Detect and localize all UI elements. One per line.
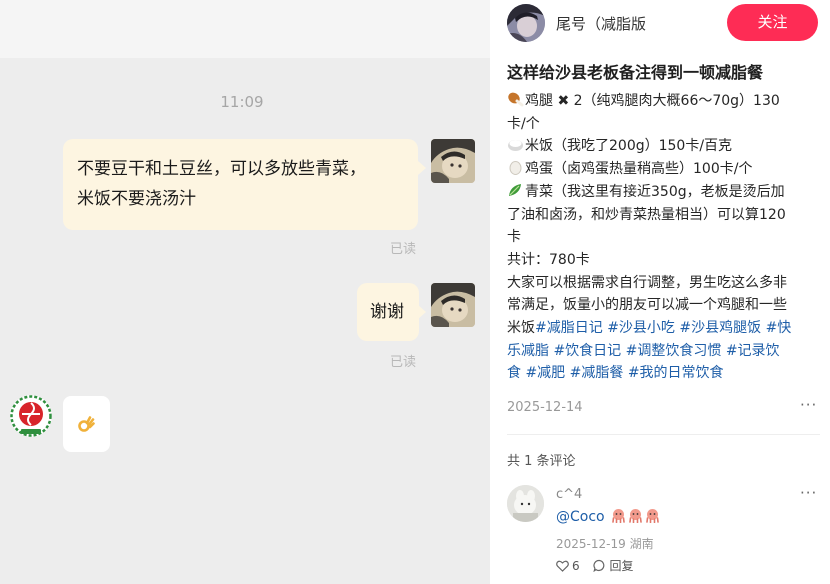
author-name[interactable]: 尾号（减脂版 [556, 13, 646, 34]
read-receipt: 已读 [390, 242, 417, 257]
hashtag-link[interactable]: #沙县小吃 [607, 320, 675, 336]
octopus-icon [612, 509, 625, 523]
post-body: 鸡腿 ✖ 2（纯鸡腿肉大概66～70g）130 卡/个 米饭（我吃了200g）1… [507, 90, 825, 385]
sent-message-bubble[interactable]: 不要豆干和土豆丝，可以多放些青菜， 米饭不要浇汤汁 [63, 139, 418, 230]
body-line: 鸡腿 ✖ 2（纯鸡腿肉大概66～70g）130 [507, 90, 825, 113]
octopus-icon [646, 509, 659, 523]
comment-meta: 2025-12-19 湖南 [556, 535, 654, 552]
leafy-greens-icon [509, 183, 521, 196]
mention-link[interactable]: @Coco [556, 509, 605, 525]
reply-button[interactable]: 回复 [593, 557, 633, 574]
hashtag-link[interactable]: 乐减脂 [507, 343, 549, 359]
chat-header-bar [0, 0, 490, 58]
hashtag-link[interactable]: #减肥 [525, 365, 565, 381]
octopus-icon [629, 509, 642, 523]
hashtag-link[interactable]: #减脂餐 [570, 365, 624, 381]
message-line: 不要豆干和土豆丝，可以多放些青菜， [77, 159, 366, 179]
comment-more-button[interactable]: ··· [800, 484, 817, 502]
chicken-leg-icon [508, 92, 524, 107]
heart-icon [556, 560, 569, 572]
commenter-avatar[interactable] [507, 485, 544, 522]
post-title: 这样给沙县老板备注得到一顿减脂餐 [507, 63, 764, 82]
comment-location: 湖南 [629, 537, 654, 551]
follow-button[interactable]: 关注 [727, 4, 818, 41]
reply-label: 回复 [609, 559, 634, 573]
my-avatar[interactable] [431, 283, 475, 327]
comment-text: @Coco [556, 508, 660, 525]
post-date: 2025-12-14 [507, 400, 583, 415]
comment-date: 2025-12-19 [556, 537, 626, 551]
body-line: 食 #减肥 #减脂餐 #我的日常饮食 [507, 362, 825, 385]
like-button[interactable]: 6 [556, 559, 580, 573]
hashtag-link[interactable]: #我的日常饮食 [628, 365, 724, 381]
comment-actions: 6 回复 [556, 557, 643, 575]
author-avatar[interactable] [507, 4, 545, 42]
body-line: 青菜（我这里有接近350g，老板是烫后加 [507, 181, 825, 204]
hashtag-link[interactable]: #沙县鸡腿饭 [679, 320, 761, 336]
body-line: 大家可以根据需求自行调整，男生吃这么多非 [507, 274, 787, 291]
body-line: 共计：780卡 [507, 251, 590, 268]
hashtag-link[interactable]: #快 [766, 320, 792, 336]
my-avatar[interactable] [431, 139, 475, 183]
received-emoji-bubble[interactable] [63, 396, 110, 452]
post-more-button[interactable]: ··· [800, 396, 817, 414]
message-line: 米饭不要浇汤汁 [77, 189, 196, 209]
bubble-tail [418, 305, 426, 319]
bubble-tail [418, 161, 426, 175]
hashtag-link[interactable]: 食 [507, 365, 521, 381]
read-receipt: 已读 [390, 355, 417, 370]
body-line: 米饭（我吃了200g）150卡/百克 [507, 135, 825, 158]
hashtag-link[interactable]: #调整饮食习惯 [626, 343, 722, 359]
body-line: 鸡蛋（卤鸡蛋热量稍高些）100卡/个 [507, 158, 825, 181]
ok-hand-icon [78, 416, 95, 432]
post-panel: 尾号（减脂版 关注 这样给沙县老板备注得到一顿减脂餐 鸡腿 ✖ 2（纯鸡腿肉大概… [490, 0, 830, 584]
screen: 11:09 不要豆干和土豆丝，可以多放些青菜， 米饭不要浇汤汁 已读 谢谢 已读… [0, 0, 830, 584]
like-count: 6 [572, 559, 580, 573]
divider [507, 434, 820, 435]
chat-timestamp: 11:09 [220, 93, 264, 111]
hashtag-link[interactable]: #饮食日记 [553, 343, 621, 359]
chat-panel: 11:09 不要豆干和土豆丝，可以多放些青菜， 米饭不要浇汤汁 已读 谢谢 已读 [0, 0, 490, 584]
body-line: 乐减脂 #饮食日记 #调整饮食习惯 #记录饮 [507, 340, 825, 363]
body-line: 常满足，饭量小的朋友可以减一个鸡腿和一些 [507, 297, 787, 314]
rice-icon [508, 140, 523, 152]
hashtag-link[interactable]: #记录饮 [726, 343, 780, 359]
body-line: 卡 [507, 229, 521, 246]
egg-icon [509, 161, 522, 176]
body-line: 卡/个 [507, 115, 540, 132]
reply-bubble-icon [593, 559, 605, 572]
comment-count: 共 1 条评论 [507, 454, 576, 469]
sent-message-bubble[interactable]: 谢谢 [357, 283, 419, 341]
body-line: 了油和卤汤，和炒青菜热量相当）可以算120 [507, 206, 786, 223]
body-line: 米饭#减脂日记 #沙县小吃 #沙县鸡腿饭 #快 [507, 320, 792, 337]
commenter-name[interactable]: c^4 [556, 487, 582, 502]
shaxian-shop-logo-avatar[interactable] [9, 394, 53, 438]
hashtag-link[interactable]: #减脂日记 [535, 320, 603, 336]
